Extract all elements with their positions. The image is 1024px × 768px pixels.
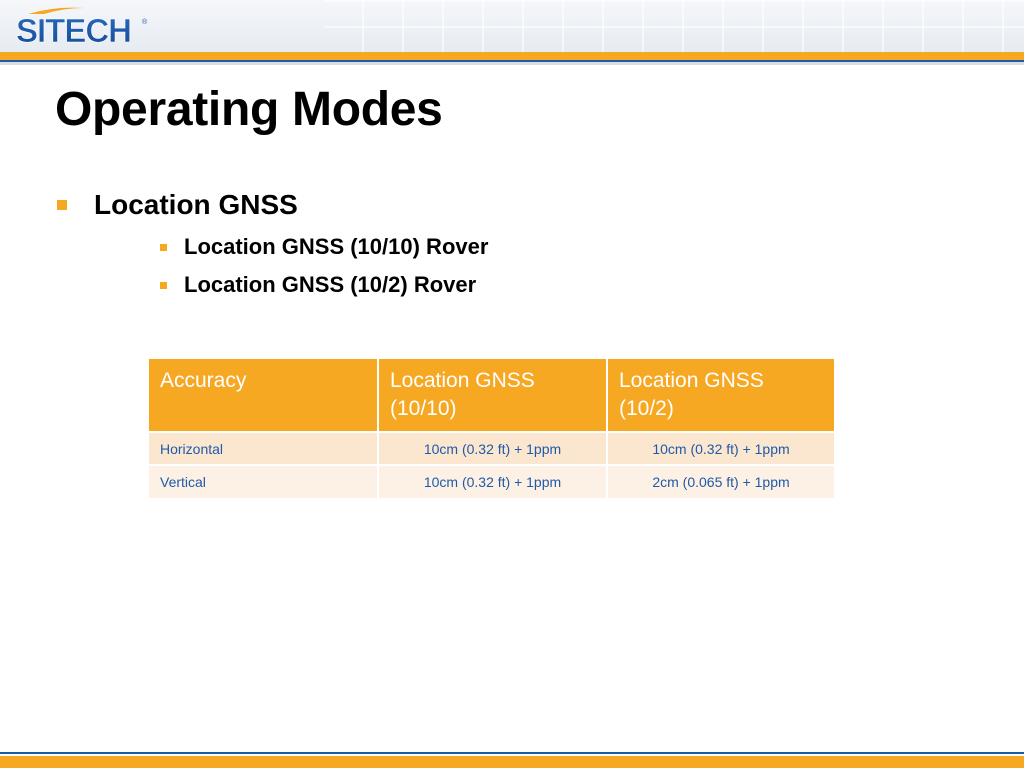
header-orange-rule [0, 52, 1024, 60]
table-row: Horizontal 10cm (0.32 ft) + 1ppm 10cm (0… [149, 431, 834, 465]
table-cell-label: Vertical [149, 464, 379, 498]
bullet-level2-text: Location GNSS (10/2) Rover [184, 272, 477, 297]
svg-text:®: ® [142, 18, 148, 26]
table-cell: 10cm (0.32 ft) + 1ppm [607, 431, 834, 465]
square-bullet-icon [160, 281, 167, 289]
header-band: SITECH ® [0, 0, 1024, 52]
table-cell: 2cm (0.065 ft) + 1ppm [607, 464, 834, 498]
bullet-level1-text: Location GNSS [94, 189, 298, 220]
table-cell: 10cm (0.32 ft) + 1ppm [378, 431, 608, 465]
table-header-accuracy: Accuracy [149, 359, 379, 432]
table-header-gnss-10-2: Location GNSS (10/2) [607, 359, 834, 432]
table-header-gnss-10-10: Location GNSS (10/10) [378, 359, 608, 432]
table-cell: 10cm (0.32 ft) + 1ppm [378, 464, 608, 498]
square-bullet-icon [57, 200, 67, 210]
table-header-row: Accuracy Location GNSS (10/10) Location … [149, 359, 834, 432]
slide-title: Operating Modes [55, 83, 443, 136]
sitech-logo: SITECH ® [16, 7, 148, 48]
header-gray-rule [0, 62, 1024, 65]
bullet-level2-item: Location GNSS (10/2) Rover [160, 272, 476, 298]
square-bullet-icon [160, 243, 167, 251]
header-grid-pattern [324, 0, 1024, 52]
footer-orange-band [0, 756, 1024, 768]
table-row: Vertical 10cm (0.32 ft) + 1ppm 2cm (0.06… [149, 464, 834, 498]
accuracy-table: Accuracy Location GNSS (10/10) Location … [149, 359, 834, 498]
bullet-level2-item: Location GNSS (10/10) Rover [160, 234, 488, 260]
svg-text:SITECH: SITECH [16, 12, 131, 48]
bullet-level1: Location GNSS [57, 189, 298, 221]
footer-blue-rule [0, 752, 1024, 754]
table-cell-label: Horizontal [149, 431, 379, 465]
bullet-level2-text: Location GNSS (10/10) Rover [184, 234, 489, 259]
